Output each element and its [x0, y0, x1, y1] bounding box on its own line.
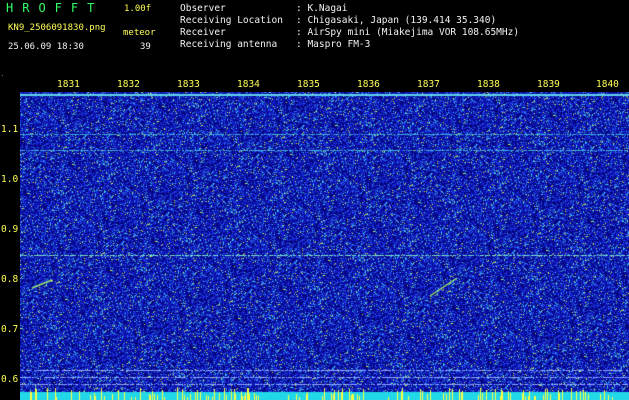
filename-label: KN9_2506091830.png	[8, 23, 106, 33]
x-tick-label: 1838	[477, 79, 500, 90]
x-tick-label: 1836	[357, 79, 380, 90]
y-tick-label: 0.7	[1, 324, 19, 335]
info-label-receiver: Receiver	[180, 27, 226, 38]
spectrogram-canvas[interactable]	[20, 92, 629, 400]
x-tick-label: 1832	[117, 79, 140, 90]
y-tick-label: 0.9	[1, 224, 19, 235]
meteor-label: meteor	[123, 28, 156, 38]
version-label: 1.00f	[124, 4, 152, 14]
info-value-antenna: : Maspro FM-3	[296, 39, 371, 50]
x-tick-label: 1839	[537, 79, 560, 90]
info-value-location: : Chigasaki, Japan (139.414 35.340)	[296, 15, 497, 26]
x-tick-label: 1840	[596, 79, 619, 90]
x-tick-label: 1837	[417, 79, 440, 90]
info-label-antenna: Receiving antenna	[180, 39, 278, 50]
meteor-count: 39	[140, 42, 151, 52]
x-tick-label: 1835	[297, 79, 320, 90]
info-value-receiver: : AirSpy mini (Miakejima VOR 108.65MHz)	[296, 27, 520, 38]
y-tick-label: 0.6	[1, 374, 19, 385]
datetime-label: 25.06.09 18:30	[8, 42, 84, 52]
app-title: HROFFT	[6, 1, 104, 15]
y-tick-label: 0.8	[1, 274, 19, 285]
info-label-location: Receiving Location	[180, 15, 283, 26]
x-tick-label: 1833	[177, 79, 200, 90]
y-tick-label: 1.0	[1, 174, 19, 185]
header-panel: HROFFT 1.00f KN9_2506091830.png meteor 2…	[0, 0, 629, 76]
y-tick-label: 1.1	[1, 124, 19, 135]
x-tick-label: 1831	[57, 79, 80, 90]
y-axis: kHz 1.1 1.0 0.9 0.8 0.7 0.6	[0, 75, 20, 400]
info-label-observer: Observer	[180, 3, 226, 14]
x-tick-label: 1834	[237, 79, 260, 90]
info-value-observer: : K.Nagai	[296, 3, 348, 14]
